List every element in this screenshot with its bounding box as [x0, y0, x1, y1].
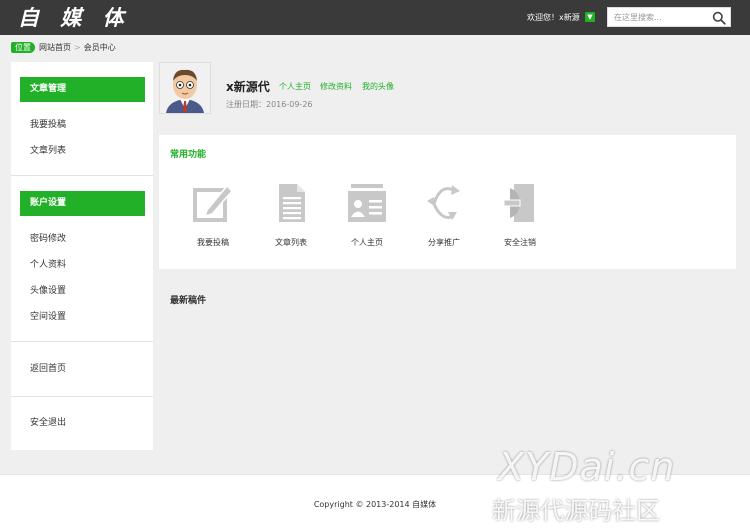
- function-label: 个人主页: [351, 238, 383, 247]
- panel-title: 常用功能: [170, 150, 207, 160]
- breadcrumb-home[interactable]: 网站首页: [39, 43, 71, 52]
- top-bar: 自 媒 体 欢迎您！x新源 ▼: [0, 0, 750, 35]
- search-input[interactable]: [608, 8, 708, 26]
- profile-name: x新源代: [226, 80, 270, 94]
- link-personal-home[interactable]: 个人主页: [279, 81, 311, 92]
- sidebar-heading-account[interactable]: 账户设置: [20, 191, 145, 216]
- function-label: 安全注销: [504, 238, 536, 247]
- function-logout[interactable]: 安全注销: [490, 182, 550, 252]
- link-my-avatar[interactable]: 我的头像: [362, 81, 394, 92]
- document-icon: [279, 184, 305, 222]
- function-label: 文章列表: [275, 238, 307, 247]
- breadcrumb-member-center[interactable]: 会员中心: [84, 43, 116, 52]
- sidebar-group-account: 账户设置 密码修改 个人资料 头像设置 空间设置: [11, 176, 153, 342]
- search-icon[interactable]: [712, 11, 726, 25]
- function-article-list[interactable]: 文章列表: [261, 182, 321, 252]
- function-share[interactable]: 分享推广: [414, 182, 474, 252]
- function-label: 我要投稿: [197, 238, 229, 247]
- user-avatar-icon: [160, 63, 210, 113]
- sidebar-item-password[interactable]: 密码修改: [30, 231, 66, 244]
- sidebar-item-logout[interactable]: 安全退出: [30, 415, 66, 428]
- sidebar-item-home[interactable]: 返回首页: [30, 361, 66, 374]
- function-label: 分享推广: [428, 238, 460, 247]
- share-icon: [427, 185, 460, 220]
- watermark-line2: 新源代源码社区: [492, 497, 660, 525]
- breadcrumb-separator: >: [74, 43, 81, 52]
- chevron-down-icon[interactable]: ▼: [585, 12, 595, 22]
- sidebar-item-article-list[interactable]: 文章列表: [30, 143, 66, 156]
- latest-posts-title: 最新稿件: [170, 296, 207, 306]
- welcome-message: 欢迎您！x新源: [527, 12, 580, 23]
- avatar[interactable]: [159, 62, 211, 114]
- breadcrumb: 位置 网站首页 > 会员中心: [11, 42, 116, 54]
- sidebar-group-articles: 文章管理 我要投稿 文章列表: [11, 62, 153, 176]
- sidebar-item-avatar[interactable]: 头像设置: [30, 283, 66, 296]
- site-logo[interactable]: 自 媒 体: [18, 2, 131, 32]
- registration-date: 注册日期：2016-09-26: [226, 99, 313, 110]
- sidebar: 文章管理 我要投稿 文章列表 账户设置 密码修改 个人资料 头像设置 空间设置 …: [11, 62, 153, 450]
- sidebar-heading-articles[interactable]: 文章管理: [20, 77, 145, 102]
- username-link[interactable]: x新源: [559, 13, 580, 22]
- sidebar-group-home: 返回首页: [11, 342, 153, 397]
- edit-icon: [193, 184, 233, 222]
- registration-date-label: 注册日期：: [226, 100, 266, 109]
- registration-date-value: 2016-09-26: [266, 100, 313, 109]
- id-card-icon: [348, 184, 386, 222]
- location-tag: 位置: [11, 42, 35, 53]
- watermark-line1: XYDai.cn: [498, 445, 676, 489]
- sidebar-item-space[interactable]: 空间设置: [30, 309, 66, 322]
- sidebar-item-submit[interactable]: 我要投稿: [30, 117, 66, 130]
- link-edit-profile[interactable]: 修改资料: [320, 81, 352, 92]
- watermark: XYDai.cn 新源代源码社区: [492, 445, 742, 525]
- function-personal-home[interactable]: 个人主页: [337, 182, 397, 252]
- sidebar-item-profile[interactable]: 个人资料: [30, 257, 66, 270]
- exit-icon: [503, 184, 534, 222]
- sidebar-group-logout: 安全退出: [11, 397, 153, 450]
- search-box: [607, 7, 731, 27]
- common-functions-panel: 常用功能 我要投稿 文章列表 个人主页 分享推广 安全注销: [159, 135, 736, 269]
- welcome-text: 欢迎您！: [527, 13, 559, 22]
- function-submit[interactable]: 我要投稿: [183, 182, 243, 252]
